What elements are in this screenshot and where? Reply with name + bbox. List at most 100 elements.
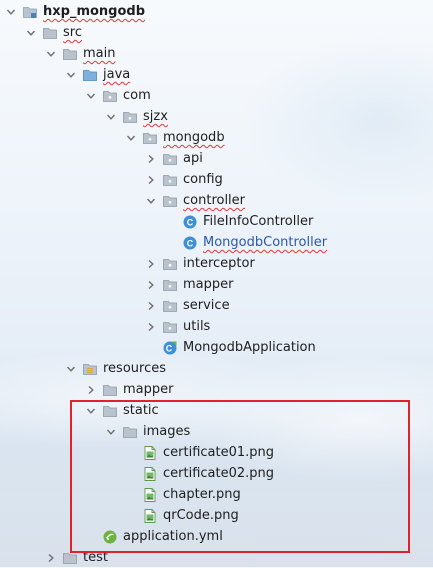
package-icon bbox=[162, 151, 178, 167]
svg-text:C: C bbox=[187, 217, 194, 227]
chevron-right-icon[interactable] bbox=[84, 383, 98, 397]
svg-text:C: C bbox=[187, 238, 194, 248]
chevron-right-icon[interactable] bbox=[144, 257, 158, 271]
tree-item-label: api bbox=[183, 151, 203, 166]
image-file-icon bbox=[142, 508, 158, 524]
tree-item-label: interceptor bbox=[183, 256, 255, 271]
tree-item-label: chapter.png bbox=[163, 487, 241, 502]
resources-folder-icon bbox=[82, 361, 98, 377]
package-icon bbox=[162, 319, 178, 335]
tree-row[interactable]: qrCode.png bbox=[0, 505, 433, 526]
tree-item-label: qrCode.png bbox=[163, 508, 239, 523]
folder-icon bbox=[62, 46, 78, 62]
chevron-down-icon[interactable] bbox=[84, 89, 98, 103]
tree-item-label: service bbox=[183, 298, 230, 313]
tree-row[interactable]: utils bbox=[0, 316, 433, 337]
tree-item-label: sjzx bbox=[143, 109, 168, 124]
tree-item-label: controller bbox=[183, 193, 246, 208]
tree-row[interactable]: mapper bbox=[0, 379, 433, 400]
tree-item-label: certificate01.png bbox=[163, 445, 275, 460]
tree-item-label: mapper bbox=[183, 277, 234, 292]
tree-row[interactable]: application.yml bbox=[0, 526, 433, 547]
tree-row[interactable]: C FileInfoController bbox=[0, 211, 433, 232]
tree-row[interactable]: C MongodbApplication bbox=[0, 337, 433, 358]
tree-row[interactable]: mongodb bbox=[0, 127, 433, 148]
chevron-down-icon[interactable] bbox=[124, 131, 138, 145]
chevron-down-icon[interactable] bbox=[64, 68, 78, 82]
package-icon bbox=[162, 298, 178, 314]
svg-text:C: C bbox=[166, 343, 173, 353]
chevron-right-icon[interactable] bbox=[144, 278, 158, 292]
tree-row[interactable]: certificate02.png bbox=[0, 463, 433, 484]
tree-item-label: static bbox=[123, 403, 159, 418]
chevron-right-icon[interactable] bbox=[144, 299, 158, 313]
tree-item-label: resources bbox=[103, 361, 167, 376]
chevron-right-icon[interactable] bbox=[144, 320, 158, 334]
tree-row[interactable]: static bbox=[0, 400, 433, 421]
tree-row[interactable]: sjzx bbox=[0, 106, 433, 127]
tree-item-label: com bbox=[123, 88, 151, 103]
image-file-icon bbox=[142, 487, 158, 503]
tree-item-label: FileInfoController bbox=[203, 214, 314, 229]
tree-row[interactable]: certificate01.png bbox=[0, 442, 433, 463]
tree-item-label: test bbox=[83, 550, 108, 565]
tree-row[interactable]: service bbox=[0, 295, 433, 316]
tree-row[interactable]: chapter.png bbox=[0, 484, 433, 505]
chevron-right-icon[interactable] bbox=[144, 152, 158, 166]
source-folder-icon bbox=[82, 67, 98, 83]
chevron-down-icon[interactable] bbox=[64, 362, 78, 376]
tree-row[interactable]: java bbox=[0, 64, 433, 85]
chevron-right-icon[interactable] bbox=[44, 551, 58, 565]
chevron-right-icon[interactable] bbox=[144, 173, 158, 187]
chevron-down-icon[interactable] bbox=[84, 404, 98, 418]
package-icon bbox=[162, 172, 178, 188]
tree-row[interactable]: interceptor bbox=[0, 253, 433, 274]
tree-item-label: src bbox=[63, 25, 82, 40]
tree-item-label: hxp_mongodb bbox=[43, 4, 146, 19]
image-file-icon bbox=[142, 466, 158, 482]
tree-item-label: images bbox=[143, 424, 191, 439]
tree-row[interactable]: api bbox=[0, 148, 433, 169]
tree-row[interactable]: resources bbox=[0, 358, 433, 379]
chevron-down-icon[interactable] bbox=[144, 194, 158, 208]
chevron-down-icon[interactable] bbox=[4, 5, 18, 19]
tree-row[interactable]: C MongodbController bbox=[0, 232, 433, 253]
tree-row[interactable]: images bbox=[0, 421, 433, 442]
tree-item-label: mapper bbox=[123, 382, 174, 397]
tree-row[interactable]: hxp_mongodb bbox=[0, 1, 433, 22]
package-icon bbox=[122, 109, 138, 125]
tree-item-label: mongodb bbox=[163, 130, 225, 145]
tree-item-label: MongodbApplication bbox=[183, 340, 316, 355]
tree-row[interactable]: config bbox=[0, 169, 433, 190]
tree-row[interactable]: src bbox=[0, 22, 433, 43]
tree-row[interactable]: main bbox=[0, 43, 433, 64]
spring-class-icon: C bbox=[162, 340, 178, 356]
tree-item-label: main bbox=[83, 46, 116, 61]
package-icon bbox=[162, 277, 178, 293]
tree-item-label: java bbox=[103, 67, 131, 82]
tree-item-label: utils bbox=[183, 319, 211, 334]
chevron-down-icon[interactable] bbox=[44, 47, 58, 61]
chevron-down-icon[interactable] bbox=[104, 425, 118, 439]
package-icon bbox=[102, 88, 118, 104]
package-icon bbox=[162, 193, 178, 209]
tree-row[interactable]: test bbox=[0, 547, 433, 568]
folder-icon bbox=[102, 403, 118, 419]
image-file-icon bbox=[142, 445, 158, 461]
package-icon bbox=[142, 130, 158, 146]
chevron-down-icon[interactable] bbox=[24, 26, 38, 40]
tree-row[interactable]: controller bbox=[0, 190, 433, 211]
folder-icon bbox=[102, 382, 118, 398]
tree-item-label: MongodbController bbox=[203, 235, 328, 250]
chevron-down-icon[interactable] bbox=[104, 110, 118, 124]
tree-row[interactable]: mapper bbox=[0, 274, 433, 295]
yaml-file-icon bbox=[102, 529, 118, 545]
tree-row[interactable]: com bbox=[0, 85, 433, 106]
